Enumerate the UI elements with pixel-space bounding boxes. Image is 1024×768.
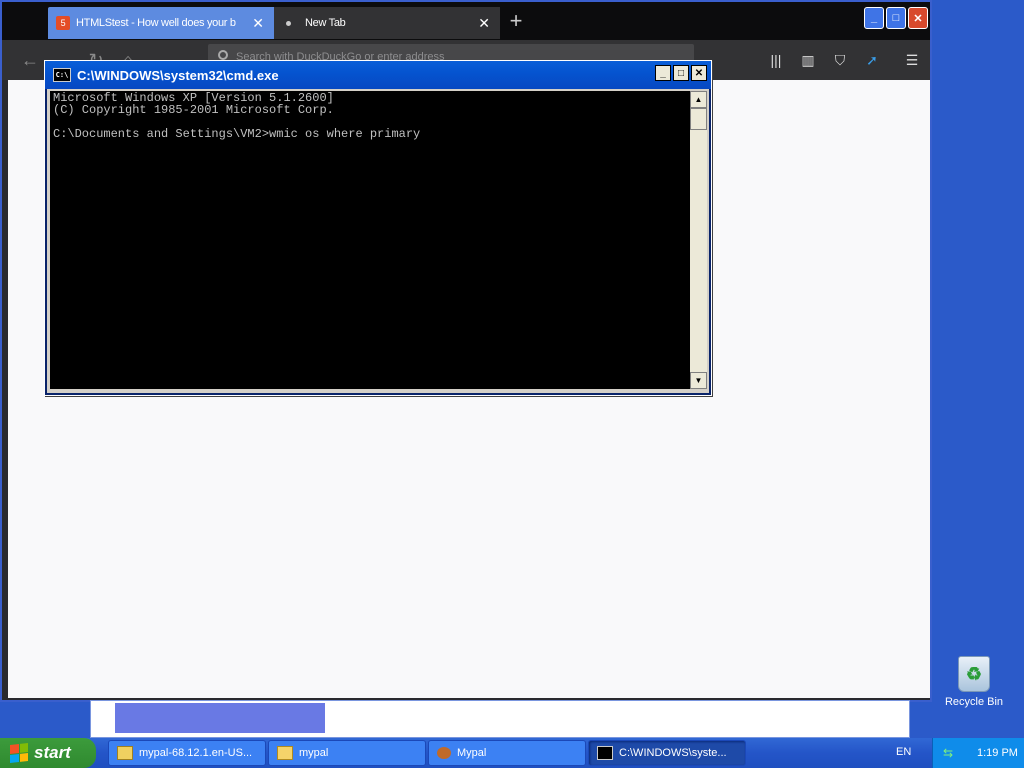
network-icon[interactable]: ⇆ bbox=[943, 746, 957, 760]
installer-icon bbox=[117, 746, 133, 760]
taskbar-item-label: mypal-68.12.1.en-US... bbox=[139, 747, 253, 759]
scrollbar[interactable]: ▲ ▼ bbox=[690, 91, 707, 389]
background-window-block bbox=[115, 703, 325, 733]
minimize-button[interactable]: _ bbox=[864, 7, 884, 29]
cmd-window-controls: _ □ ✕ bbox=[655, 65, 707, 81]
start-button[interactable]: start bbox=[0, 738, 96, 768]
cmd-console[interactable]: Microsoft Windows XP [Version 5.1.2600] … bbox=[50, 91, 690, 389]
mypal-icon bbox=[437, 747, 451, 759]
taskbar-item-folder[interactable]: mypal bbox=[268, 740, 426, 766]
library-icon[interactable]: ||| bbox=[764, 48, 788, 72]
taskbar: start mypal-68.12.1.en-US... mypal Mypal… bbox=[0, 738, 1024, 768]
scroll-thumb[interactable] bbox=[690, 108, 707, 130]
close-button[interactable]: ✕ bbox=[691, 65, 707, 81]
language-indicator[interactable]: EN bbox=[896, 746, 911, 758]
tab-new-tab[interactable]: New Tab ✕ bbox=[274, 7, 500, 39]
taskbar-item-installer[interactable]: mypal-68.12.1.en-US... bbox=[108, 740, 266, 766]
taskbar-item-label: C:\WINDOWS\syste... bbox=[619, 747, 727, 759]
search-icon bbox=[218, 50, 228, 60]
tab-title: New Tab bbox=[305, 17, 346, 29]
clock[interactable]: 1:19 PM bbox=[977, 747, 1018, 759]
scroll-down-icon[interactable]: ▼ bbox=[690, 372, 707, 389]
taskbar-item-label: mypal bbox=[299, 747, 329, 759]
extension-icon[interactable]: ➚ bbox=[860, 48, 884, 72]
new-tab-button[interactable]: + bbox=[504, 10, 528, 34]
cmd-icon: C:\ bbox=[53, 68, 71, 82]
start-label: start bbox=[34, 743, 71, 762]
recycle-bin-label: Recycle Bin bbox=[944, 696, 1004, 708]
scroll-up-icon[interactable]: ▲ bbox=[690, 91, 707, 108]
maximize-button[interactable]: □ bbox=[673, 65, 689, 81]
ublock-icon[interactable]: ⛉ bbox=[828, 48, 852, 72]
background-window bbox=[90, 700, 910, 738]
windows-flag-icon bbox=[10, 743, 28, 763]
tab-title: HTMLStest - How well does your b bbox=[76, 17, 236, 29]
tab-bar: 5 HTMLStest - How well does your b ✕ New… bbox=[2, 2, 930, 40]
menu-icon[interactable]: ☰ bbox=[900, 48, 924, 72]
cmd-title-bar[interactable]: C:\ C:\WINDOWS\system32\cmd.exe _ □ ✕ bbox=[45, 61, 711, 89]
recycle-bin-icon: ♻ bbox=[958, 656, 990, 692]
close-icon[interactable]: ✕ bbox=[250, 15, 266, 31]
tab-htmlstest[interactable]: 5 HTMLStest - How well does your b ✕ bbox=[48, 7, 274, 39]
taskbar-item-label: Mypal bbox=[457, 747, 487, 759]
recycle-bin[interactable]: ♻ Recycle Bin bbox=[940, 656, 1008, 708]
cmd-icon bbox=[597, 746, 613, 760]
cmd-title: C:\WINDOWS\system32\cmd.exe bbox=[77, 67, 279, 83]
cmd-output: Microsoft Windows XP [Version 5.1.2600] … bbox=[53, 91, 421, 141]
cmd-window: C:\ C:\WINDOWS\system32\cmd.exe _ □ ✕ Mi… bbox=[44, 60, 712, 396]
close-button[interactable]: ✕ bbox=[908, 7, 928, 29]
close-icon[interactable]: ✕ bbox=[476, 15, 492, 31]
tab-dot-icon bbox=[286, 20, 291, 26]
taskbar-item-cmd[interactable]: C:\WINDOWS\syste... bbox=[588, 740, 746, 766]
cmd-frame: Microsoft Windows XP [Version 5.1.2600] … bbox=[47, 89, 709, 393]
folder-icon bbox=[277, 746, 293, 760]
back-arrow-icon[interactable]: ← bbox=[16, 46, 44, 74]
system-tray: ⇆ 1:19 PM bbox=[932, 738, 1024, 768]
html5-icon: 5 bbox=[56, 16, 70, 30]
taskbar-item-mypal[interactable]: Mypal bbox=[428, 740, 586, 766]
minimize-button[interactable]: _ bbox=[655, 65, 671, 81]
maximize-button[interactable]: □ bbox=[886, 7, 906, 29]
window-controls: _ □ ✕ bbox=[864, 7, 928, 29]
sidebar-icon[interactable]: ▥ bbox=[796, 48, 820, 72]
